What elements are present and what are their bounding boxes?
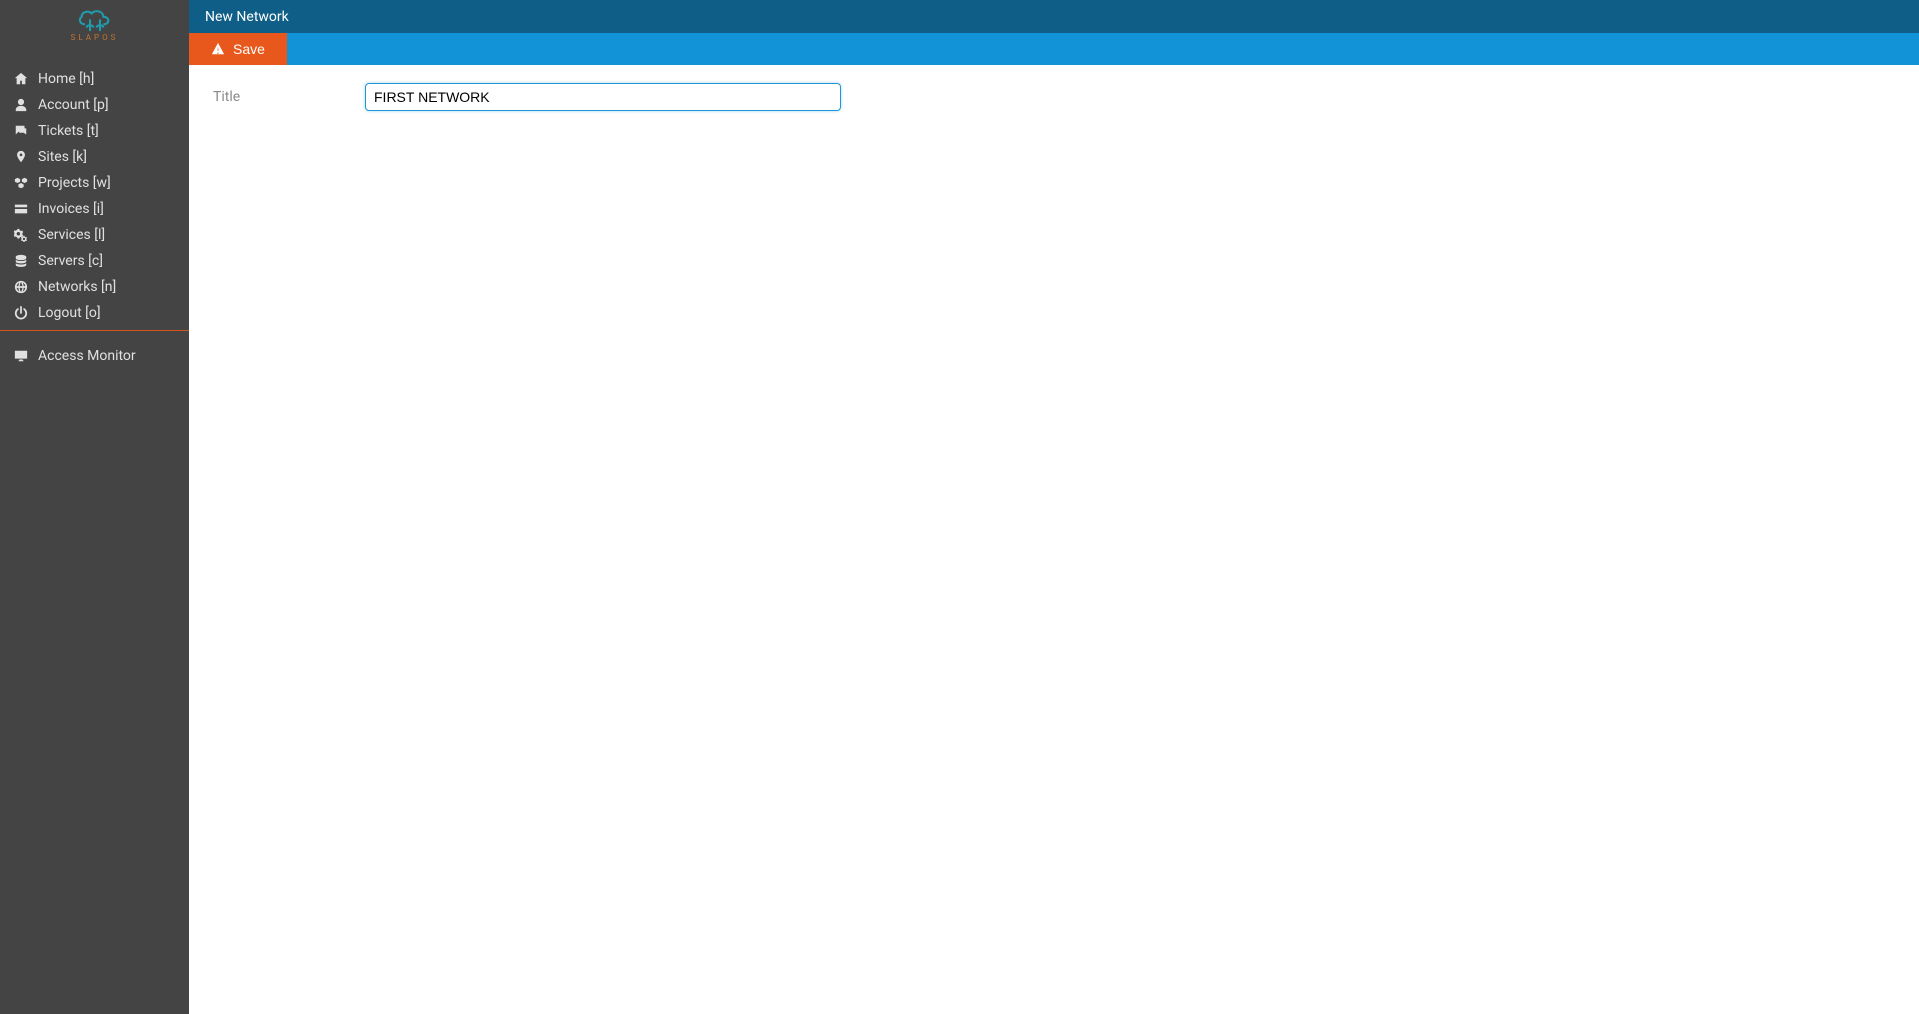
database-icon <box>12 254 30 268</box>
sidebar-item-access-monitor[interactable]: Access Monitor <box>0 343 189 369</box>
sidebar-item-label: Servers [c] <box>38 253 103 269</box>
desktop-icon <box>12 349 30 363</box>
sidebar-item-sites[interactable]: Sites [k] <box>0 144 189 170</box>
sidebar-item-label: Networks [n] <box>38 279 116 295</box>
title-label: Title <box>213 89 353 105</box>
sidebar-item-label: Projects [w] <box>38 175 111 191</box>
sidebar-item-label: Account [p] <box>38 97 109 113</box>
user-icon <box>12 98 30 112</box>
sidebar-item-tickets[interactable]: Tickets [t] <box>0 118 189 144</box>
card-icon <box>12 202 30 216</box>
sidebar-item-home[interactable]: Home [h] <box>0 66 189 92</box>
sidebar-item-label: Home [h] <box>38 71 94 87</box>
warning-icon <box>211 42 225 56</box>
cogs-icon <box>12 228 30 242</box>
sidebar-item-invoices[interactable]: Invoices [i] <box>0 196 189 222</box>
page-title: New Network <box>205 9 289 25</box>
save-button[interactable]: Save <box>189 33 287 65</box>
save-button-label: Save <box>233 41 265 57</box>
sidebar-divider <box>0 330 189 331</box>
sidebar-item-account[interactable]: Account [p] <box>0 92 189 118</box>
comments-icon <box>12 124 30 138</box>
page-header: New Network <box>189 0 1919 33</box>
cloud-link-icon <box>75 7 115 35</box>
sidebar-item-label: Access Monitor <box>38 348 136 364</box>
logo-text: SLAPOS <box>71 33 119 42</box>
sidebar-item-label: Sites [k] <box>38 149 87 165</box>
main-content: New Network Save Title <box>189 0 1919 1014</box>
cubes-icon <box>12 176 30 190</box>
sidebar-item-networks[interactable]: Networks [n] <box>0 274 189 300</box>
sidebar-item-logout[interactable]: Logout [o] <box>0 300 189 326</box>
sidebar: SLAPOS Home [h] Account [p] Tickets <box>0 0 189 1014</box>
sidebar-item-label: Services [l] <box>38 227 105 243</box>
sidebar-item-label: Invoices [i] <box>38 201 104 217</box>
sidebar-secondary-nav: Access Monitor <box>0 335 189 369</box>
sidebar-item-servers[interactable]: Servers [c] <box>0 248 189 274</box>
form-row-title: Title <box>213 83 1895 111</box>
logo[interactable]: SLAPOS <box>0 0 189 48</box>
sidebar-nav: Home [h] Account [p] Tickets [t] Sites [… <box>0 48 189 326</box>
sidebar-item-label: Logout [o] <box>38 305 101 321</box>
home-icon <box>12 72 30 86</box>
sidebar-item-projects[interactable]: Projects [w] <box>0 170 189 196</box>
sidebar-item-services[interactable]: Services [l] <box>0 222 189 248</box>
globe-icon <box>12 280 30 294</box>
pin-icon <box>12 150 30 164</box>
power-icon <box>12 306 30 320</box>
toolbar: Save <box>189 33 1919 65</box>
form: Title <box>189 65 1919 129</box>
sidebar-item-label: Tickets [t] <box>38 123 99 139</box>
title-input[interactable] <box>365 83 841 111</box>
